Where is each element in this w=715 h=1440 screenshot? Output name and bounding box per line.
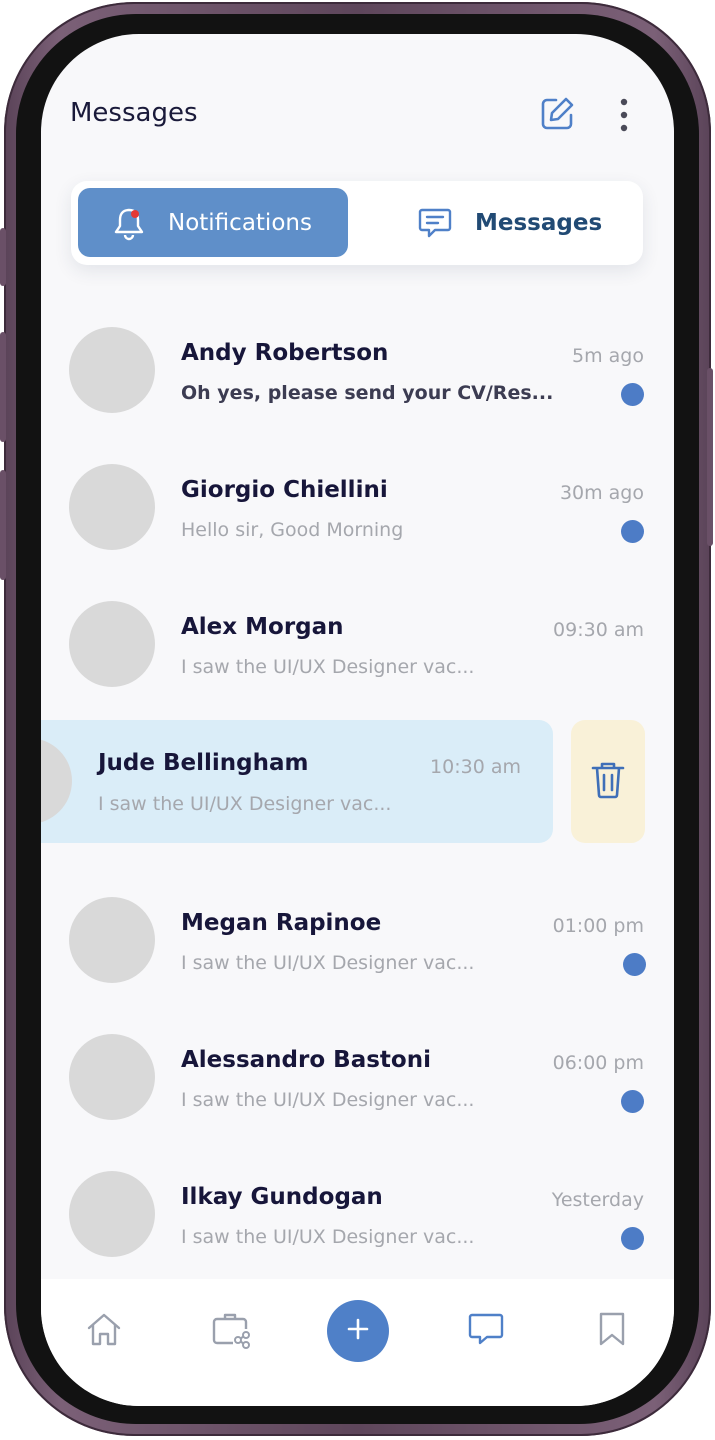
message-preview: I saw the UI/UX Designer vac... xyxy=(181,656,475,678)
more-vertical-icon[interactable] xyxy=(619,98,629,136)
avatar xyxy=(69,1034,155,1120)
delete-button[interactable] xyxy=(571,720,645,843)
message-preview: I saw the UI/UX Designer vac... xyxy=(181,1226,475,1248)
message-preview: Hello sir, Good Morning xyxy=(181,519,404,541)
message-icon xyxy=(417,206,453,244)
avatar xyxy=(69,464,155,550)
message-preview: I saw the UI/UX Designer vac... xyxy=(181,1089,475,1111)
avatar xyxy=(41,738,72,824)
bottom-nav xyxy=(41,1279,674,1406)
contact-name: Jude Bellingham xyxy=(98,750,309,776)
avatar xyxy=(69,601,155,687)
avatar xyxy=(69,1171,155,1257)
home-icon[interactable] xyxy=(85,1311,123,1353)
screen: Messages Notifications Messages Andy Rob… xyxy=(41,34,674,1406)
message-preview: I saw the UI/UX Designer vac... xyxy=(98,793,392,815)
contact-name: Ilkay Gundogan xyxy=(181,1184,383,1210)
plus-icon xyxy=(346,1317,370,1345)
unread-indicator xyxy=(623,953,646,976)
tab-messages-label: Messages xyxy=(475,209,603,236)
side-button xyxy=(0,332,6,442)
contact-name: Giorgio Chiellini xyxy=(181,477,388,503)
conversation-row[interactable]: Alex Morgan I saw the UI/UX Designer vac… xyxy=(41,576,674,696)
message-time: 06:00 pm xyxy=(552,1052,644,1074)
tab-notifications-label: Notifications xyxy=(168,209,312,236)
page-title: Messages xyxy=(70,98,198,128)
unread-indicator xyxy=(621,383,644,406)
unread-indicator xyxy=(621,1090,644,1113)
side-button xyxy=(0,228,6,286)
tab-notifications[interactable]: Notifications xyxy=(78,188,348,257)
message-preview: Oh yes, please send your CV/Res... xyxy=(181,382,554,404)
compose-icon[interactable] xyxy=(539,96,575,136)
bookmark-icon[interactable] xyxy=(596,1310,628,1352)
conversation-row[interactable]: Giorgio Chiellini Hello sir, Good Mornin… xyxy=(41,439,674,559)
message-preview: I saw the UI/UX Designer vac... xyxy=(181,952,475,974)
tab-messages[interactable]: Messages xyxy=(371,188,636,257)
add-button[interactable] xyxy=(327,1300,389,1362)
contact-name: Megan Rapinoe xyxy=(181,910,382,936)
conversation-row[interactable]: Ilkay Gundogan I saw the UI/UX Designer … xyxy=(41,1146,674,1266)
conversation-row[interactable]: Megan Rapinoe I saw the UI/UX Designer v… xyxy=(41,872,674,992)
bell-icon xyxy=(111,205,147,245)
tab-bar: Notifications Messages xyxy=(71,181,643,265)
message-time: 30m ago xyxy=(559,482,644,504)
chat-icon[interactable] xyxy=(467,1311,505,1351)
conversation-row[interactable]: Andy Robertson Oh yes, please send your … xyxy=(41,302,674,422)
contact-name: Alessandro Bastoni xyxy=(181,1047,431,1073)
unread-indicator xyxy=(621,1227,644,1250)
message-time: 5m ago xyxy=(572,345,644,367)
message-time: 01:00 pm xyxy=(552,915,644,937)
message-time: 09:30 am xyxy=(553,619,644,641)
side-button xyxy=(0,470,6,580)
conversation-row[interactable]: Alessandro Bastoni I saw the UI/UX Desig… xyxy=(41,1009,674,1129)
message-time: 10:30 am xyxy=(430,756,521,778)
briefcase-share-icon[interactable] xyxy=(211,1309,251,1353)
power-button xyxy=(707,368,713,546)
trash-icon xyxy=(589,760,627,804)
conversation-row-swiped[interactable]: Jude Bellingham I saw the UI/UX Designer… xyxy=(41,720,553,843)
unread-indicator xyxy=(621,520,644,543)
avatar xyxy=(69,327,155,413)
avatar xyxy=(69,897,155,983)
message-time: Yesterday xyxy=(551,1189,644,1211)
contact-name: Alex Morgan xyxy=(181,614,344,640)
contact-name: Andy Robertson xyxy=(181,340,389,366)
